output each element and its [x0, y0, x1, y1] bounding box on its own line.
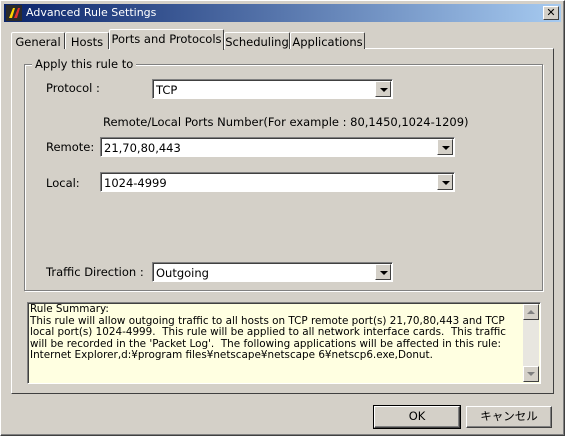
- rule-summary-text: Rule Summary: This rule will allow outgo…: [30, 303, 506, 362]
- window-title: Advanced Rule Settings: [26, 6, 157, 19]
- tab-ports-and-protocols[interactable]: Ports and Protocols: [109, 29, 224, 50]
- title-bar[interactable]: Advanced Rule Settings ✕: [4, 4, 561, 22]
- chevron-down-icon[interactable]: [437, 139, 453, 155]
- app-icon: [6, 5, 22, 21]
- remote-ports-select[interactable]: 21,70,80,443: [100, 137, 455, 157]
- ok-button[interactable]: OK: [373, 405, 461, 429]
- remote-ports-value: 21,70,80,443: [104, 141, 181, 155]
- chevron-down-icon[interactable]: [437, 174, 453, 190]
- dialog-window: Advanced Rule Settings ✕ General Hosts P…: [0, 0, 565, 436]
- rule-summary-box[interactable]: Rule Summary: This rule will allow outgo…: [27, 302, 541, 384]
- tab-scheduling[interactable]: Scheduling: [224, 32, 290, 49]
- protocol-select[interactable]: TCP: [152, 79, 393, 99]
- protocol-value: TCP: [156, 83, 178, 97]
- tab-general[interactable]: General: [11, 32, 65, 49]
- local-ports-select[interactable]: 1024-4999: [100, 172, 455, 192]
- traffic-direction-value: Outgoing: [156, 266, 209, 280]
- chevron-down-icon[interactable]: [375, 264, 391, 280]
- close-button[interactable]: ✕: [543, 6, 559, 20]
- ports-hint: Remote/Local Ports Number(For example : …: [103, 115, 469, 129]
- tab-hosts[interactable]: Hosts: [65, 32, 109, 49]
- traffic-direction-label: Traffic Direction :: [46, 265, 144, 279]
- groupbox-legend: Apply this rule to: [32, 57, 137, 71]
- chevron-down-icon[interactable]: [375, 81, 391, 97]
- local-ports-value: 1024-4999: [104, 176, 167, 190]
- summary-scrollbar[interactable]: [523, 304, 539, 382]
- scroll-up-icon[interactable]: [523, 304, 539, 320]
- scroll-down-icon[interactable]: [523, 366, 539, 382]
- traffic-direction-select[interactable]: Outgoing: [152, 262, 393, 282]
- cancel-button[interactable]: キャンセル: [466, 406, 552, 428]
- protocol-label: Protocol :: [46, 81, 100, 95]
- local-label: Local:: [46, 176, 80, 190]
- tab-applications[interactable]: Applications: [290, 32, 365, 49]
- remote-label: Remote:: [46, 140, 95, 154]
